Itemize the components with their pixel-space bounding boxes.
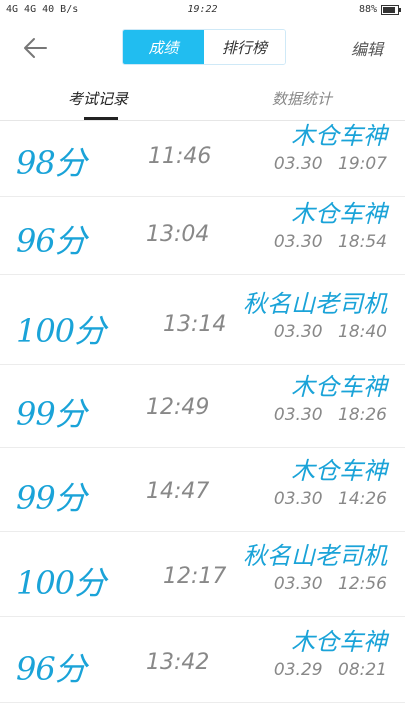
record-user: 秋名山老司机 — [243, 290, 387, 318]
battery-percent: 88% — [358, 4, 377, 15]
record-datetime: 03.30 18:40 — [274, 322, 387, 342]
record-duration: 13:42 — [146, 650, 210, 675]
edit-button[interactable]: 编辑 — [351, 36, 383, 60]
record-date: 03.30 — [273, 232, 323, 252]
record-time: 12:56 — [338, 574, 387, 594]
record-time: 18:40 — [338, 322, 387, 342]
record-user: 木仓车神 — [291, 457, 387, 485]
record-user: 木仓车神 — [291, 628, 387, 656]
record-score: 96分 — [16, 222, 87, 260]
record-row[interactable]: 99分 12:49 木仓车神 03.30 18:26 — [0, 363, 405, 448]
record-date: 03.30 — [273, 405, 323, 425]
back-button[interactable] — [20, 32, 52, 64]
record-date: 03.30 — [273, 574, 323, 594]
record-date: 03.29 — [273, 660, 323, 680]
app-header: 成绩 排行榜 编辑 — [0, 26, 405, 70]
record-duration: 12:49 — [146, 395, 210, 420]
record-score: 100分 — [16, 564, 106, 602]
record-row[interactable]: 96分 13:42 木仓车神 03.29 08:21 — [0, 618, 405, 703]
record-score: 99分 — [16, 479, 87, 517]
record-datetime: 03.30 19:07 — [274, 154, 387, 174]
status-battery: 88% — [358, 4, 401, 15]
record-row[interactable]: 100分 12:17 秋名山老司机 03.30 12:56 — [0, 532, 405, 617]
record-date: 03.30 — [273, 154, 323, 174]
record-datetime: 03.30 14:26 — [274, 489, 387, 509]
record-user: 秋名山老司机 — [243, 542, 387, 570]
record-date: 03.30 — [273, 322, 323, 342]
status-bar: 4G 4G 40 B/s 19:22 88% — [0, 0, 405, 22]
record-datetime: 03.30 18:54 — [274, 232, 387, 252]
back-arrow-icon — [24, 38, 47, 58]
record-user: 木仓车神 — [291, 200, 387, 228]
record-row[interactable]: 98分 11:46 木仓车神 03.30 19:07 — [0, 120, 405, 197]
record-datetime: 03.30 18:26 — [274, 405, 387, 425]
record-datetime: 03.30 12:56 — [274, 574, 387, 594]
record-date: 03.30 — [273, 489, 323, 509]
record-row[interactable]: 96分 13:04 木仓车神 03.30 18:54 — [0, 190, 405, 275]
tab-data-stats[interactable]: 数据统计 — [272, 88, 332, 109]
record-score: 100分 — [16, 312, 106, 350]
record-user: 木仓车神 — [291, 373, 387, 401]
battery-fill — [383, 6, 396, 13]
segment-ranking[interactable]: 排行榜 — [204, 30, 285, 64]
record-datetime: 03.29 08:21 — [274, 660, 387, 680]
record-time: 18:54 — [338, 232, 387, 252]
record-duration: 11:46 — [148, 144, 212, 169]
record-time: 19:07 — [338, 154, 387, 174]
record-duration: 13:14 — [163, 312, 227, 337]
record-user: 木仓车神 — [291, 122, 387, 150]
record-row[interactable]: 99分 14:47 木仓车神 03.30 14:26 — [0, 447, 405, 532]
record-time: 14:26 — [338, 489, 387, 509]
record-score: 99分 — [16, 395, 87, 433]
records-list[interactable]: 98分 11:46 木仓车神 03.30 19:07 96分 13:04 木仓车神 03.30… — [0, 120, 405, 720]
record-time: 18:26 — [338, 405, 387, 425]
segment-scores[interactable]: 成绩 — [123, 30, 204, 64]
status-time: 19:22 — [187, 4, 218, 15]
battery-icon — [381, 4, 401, 15]
record-row[interactable]: 100分 13:14 秋名山老司机 03.30 18:40 — [0, 280, 405, 365]
record-duration: 13:04 — [146, 222, 210, 247]
record-duration: 12:17 — [163, 564, 227, 589]
record-score: 96分 — [16, 650, 87, 688]
tab-exam-records[interactable]: 考试记录 — [68, 88, 128, 109]
record-score: 98分 — [16, 144, 87, 182]
tab-bar: 考试记录 数据统计 — [0, 80, 405, 121]
record-time: 08:21 — [338, 660, 387, 680]
record-duration: 14:47 — [146, 479, 210, 504]
segment-control: 成绩 排行榜 — [122, 29, 286, 65]
